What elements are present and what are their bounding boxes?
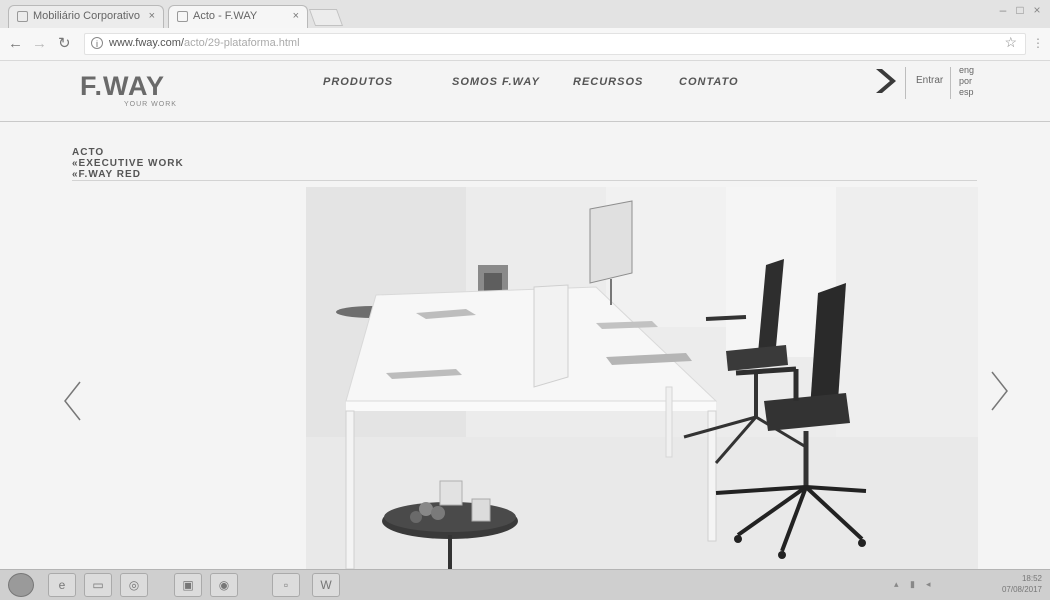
fway-logo[interactable]: F.WAY YOUR WORK (80, 71, 176, 109)
address-bar: ← → ↻ i www.fway.com/acto/29-plataforma.… (0, 28, 1050, 61)
fway-arrow-icon (876, 69, 896, 93)
maximize-button[interactable]: □ (1013, 4, 1027, 17)
bookmark-star-icon[interactable]: ☆ (1004, 34, 1017, 51)
windows-taskbar: e ▭ ◎ ▣ ◉ ▫ W ▴ ▮ ◂ 18:52 07/08/2017 (0, 569, 1050, 600)
url-field[interactable]: i www.fway.com/acto/29-plataforma.html ☆ (84, 33, 1026, 55)
breadcrumb: ACTO «EXECUTIVE WORK «F.WAY RED (72, 147, 184, 180)
close-tab-icon[interactable]: × (293, 6, 299, 27)
hero-image (306, 187, 978, 569)
breadcrumb-item[interactable]: «F.WAY RED (72, 169, 184, 180)
login-link[interactable]: Entrar (916, 75, 943, 86)
page-icon (17, 11, 28, 22)
start-button[interactable] (8, 573, 34, 597)
new-tab-button[interactable] (308, 9, 344, 26)
network-icon[interactable]: ▮ (910, 579, 915, 590)
forward-arrow-icon[interactable]: → (32, 36, 47, 51)
breadcrumb-item[interactable]: «EXECUTIVE WORK (72, 158, 184, 169)
fway-favicon-icon (177, 11, 188, 22)
slider-prev-button[interactable] (62, 380, 84, 422)
breadcrumb-item: ACTO (72, 147, 105, 158)
chrome-icon[interactable]: ◉ (210, 573, 238, 597)
tab-title: Mobiliário Corporativo (33, 10, 140, 22)
divider (950, 67, 951, 99)
menu-icon[interactable]: ⋮ (1032, 36, 1044, 50)
browser-tab-2[interactable]: Acto - F.WAY × (168, 5, 308, 28)
lang-esp[interactable]: esp (959, 87, 974, 97)
ie-icon[interactable]: e (48, 573, 76, 597)
nav-somos-fway[interactable]: SOMOS F.WAY (452, 76, 540, 88)
logo-tagline: YOUR WORK (124, 101, 177, 108)
media-icon[interactable]: ◎ (120, 573, 148, 597)
close-window-button[interactable]: × (1030, 4, 1044, 17)
breadcrumb-divider (72, 180, 977, 181)
lang-por[interactable]: por (959, 76, 972, 86)
nav-produtos[interactable]: PRODUTOS (323, 76, 393, 88)
slider-next-button[interactable] (988, 370, 1010, 412)
divider (905, 67, 906, 99)
info-icon[interactable]: i (91, 37, 103, 49)
lang-eng[interactable]: eng (959, 65, 974, 75)
chevron-right-icon (991, 371, 1008, 411)
minimize-button[interactable]: – (996, 4, 1010, 17)
logo-text: F.WAY (80, 71, 166, 101)
reload-icon[interactable]: ↻ (58, 36, 71, 51)
browser-tab-1[interactable]: Mobiliário Corporativo × (8, 5, 164, 28)
nav-recursos[interactable]: RECURSOS (573, 76, 643, 88)
tab-title: Acto - F.WAY (193, 10, 258, 22)
url-text: www.fway.com/acto/29-plataforma.html (109, 37, 300, 49)
app-icon[interactable]: ▫ (272, 573, 300, 597)
back-arrow-icon[interactable]: ← (8, 36, 23, 51)
chevron-left-icon (64, 381, 81, 421)
system-clock[interactable]: 18:52 07/08/2017 (1002, 573, 1042, 595)
volume-icon[interactable]: ◂ (926, 579, 931, 590)
browser-tab-bar: Mobiliário Corporativo × Acto - F.WAY × … (0, 0, 1050, 28)
office-desk-illustration (306, 187, 978, 569)
folder-icon[interactable]: ▭ (84, 573, 112, 597)
nav-contato[interactable]: CONTATO (679, 76, 739, 88)
tray-icon[interactable]: ▴ (894, 579, 899, 590)
word-icon[interactable]: W (312, 573, 340, 597)
close-tab-icon[interactable]: × (149, 6, 155, 27)
site-header: F.WAY YOUR WORK PRODUTOS SOMOS F.WAY REC… (0, 61, 1050, 122)
app-icon[interactable]: ▣ (174, 573, 202, 597)
